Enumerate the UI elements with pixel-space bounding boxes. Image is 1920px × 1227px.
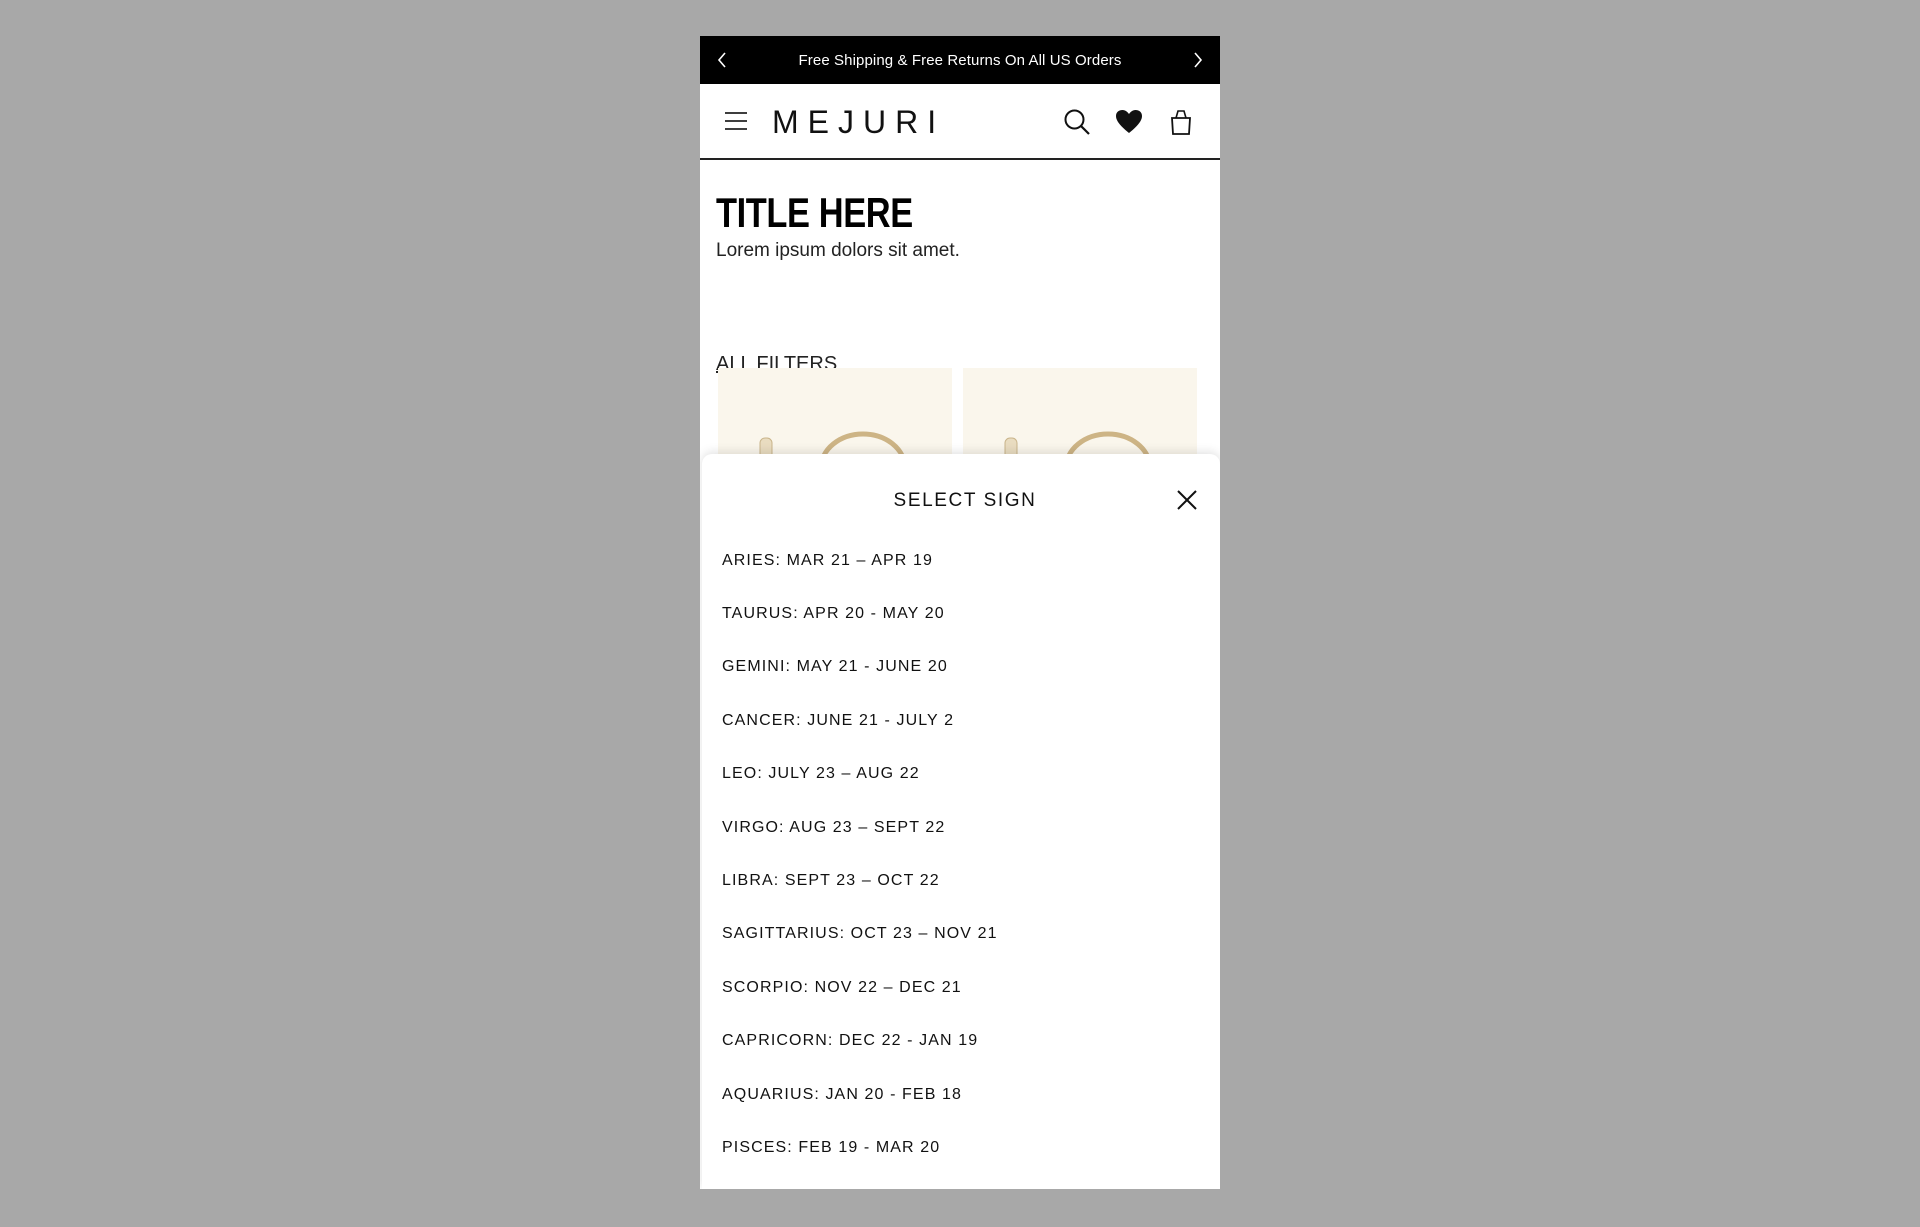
sign-list: ARIES: MAR 21 – APR 19 TAURUS: APR 20 - …	[722, 534, 998, 1175]
sign-option-virgo[interactable]: VIRGO: AUG 23 – SEPT 22	[722, 801, 998, 854]
logo[interactable]: MEJURI	[772, 104, 945, 141]
sign-option-gemini[interactable]: GEMINI: MAY 21 - JUNE 20	[722, 641, 998, 694]
mobile-screen: Free Shipping & Free Returns On All US O…	[700, 36, 1220, 1189]
promo-bar: Free Shipping & Free Returns On All US O…	[700, 36, 1220, 84]
sign-option-leo[interactable]: LEO: JULY 23 – AUG 22	[722, 748, 998, 801]
sign-option-taurus[interactable]: TAURUS: APR 20 - MAY 20	[722, 587, 998, 640]
bag-icon[interactable]	[1169, 108, 1193, 141]
close-icon[interactable]	[1176, 489, 1198, 516]
chevron-left-icon[interactable]	[702, 36, 742, 84]
sign-option-capricorn[interactable]: CAPRICORN: DEC 22 - JAN 19	[722, 1015, 998, 1068]
sign-option-libra[interactable]: LIBRA: SEPT 23 – OCT 22	[722, 854, 998, 907]
heart-icon[interactable]	[1115, 108, 1143, 141]
sign-option-aries[interactable]: ARIES: MAR 21 – APR 19	[722, 534, 998, 587]
sign-option-aquarius[interactable]: AQUARIUS: JAN 20 - FEB 18	[722, 1068, 998, 1121]
page-subtitle: Lorem ipsum dolors sit amet.	[716, 240, 960, 261]
chevron-right-icon[interactable]	[1178, 36, 1218, 84]
select-sign-sheet: SELECT SIGN ARIES: MAR 21 – APR 19 TAURU…	[702, 454, 1220, 1189]
sign-option-pisces[interactable]: PISCES: FEB 19 - MAR 20	[722, 1121, 998, 1174]
menu-icon[interactable]	[724, 111, 748, 136]
page-title: TITLE HERE	[716, 189, 913, 236]
page-content: TITLE HERE Lorem ipsum dolors sit amet. …	[716, 188, 1206, 375]
sign-option-sagittarius[interactable]: SAGITTARIUS: OCT 23 – NOV 21	[722, 908, 998, 961]
sheet-title: SELECT SIGN	[893, 490, 1037, 511]
site-header: MEJURI	[700, 84, 1220, 160]
search-icon[interactable]	[1063, 108, 1091, 141]
sign-option-scorpio[interactable]: SCORPIO: NOV 22 – DEC 21	[722, 961, 998, 1014]
promo-text: Free Shipping & Free Returns On All US O…	[798, 51, 1122, 69]
sign-option-cancer[interactable]: CANCER: JUNE 21 - JULY 2	[722, 694, 998, 747]
